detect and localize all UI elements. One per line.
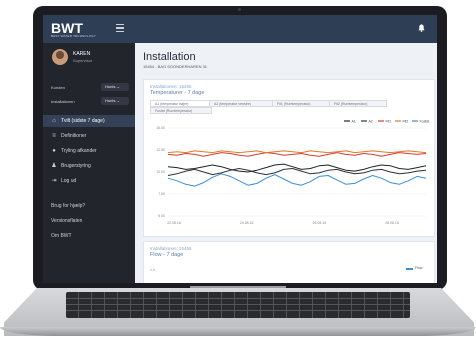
tab-fosfat[interactable]: Fosfat (Rumtemperatur) — [150, 107, 212, 114]
nav-item-label: Brugerstyring — [61, 163, 91, 169]
bell-icon[interactable] — [418, 24, 425, 32]
tab-a1[interactable]: A1 (temperatur højre) — [150, 100, 210, 107]
nav-item-label: Tryling afkander — [61, 148, 97, 154]
customer-select[interactable]: Hunts ⌄ — [101, 83, 129, 91]
y-tick-label: 7.50 — [158, 192, 165, 196]
user-name: KAREN — [73, 51, 91, 57]
nav-item-label: Definitioner — [61, 133, 87, 139]
nav-item-label: Log ud — [61, 178, 77, 184]
user-role: Supervisor — [73, 58, 93, 63]
x-tick-label: 24.08.16 — [240, 221, 254, 225]
tab-a2[interactable]: A2 (temperatur venstre) — [209, 100, 273, 107]
card-installation-label: Installationen: 15456 — [150, 246, 192, 251]
page-title: Installation — [143, 51, 196, 63]
logo-tagline: BEST WATER TECHNOLOGY — [51, 34, 97, 38]
card-title: Flow - 7 dage — [150, 252, 184, 258]
installation-filter-label: Installationen — [51, 99, 75, 104]
help-link[interactable]: Brug for hjælp? — [51, 203, 85, 209]
avatar[interactable] — [52, 49, 68, 65]
app-window: BWT BEST WATER TECHNOLOGY KAREN Supervis… — [43, 15, 437, 283]
nav-item-overview[interactable]: ⌂ Tvilt (sidste 7 dage) — [43, 115, 135, 127]
legend-label: A1 — [352, 119, 356, 123]
customer-filter-label: Kunden — [51, 85, 65, 90]
x-tick-label: 22.08.16 — [167, 221, 181, 225]
top-bar: BWT BEST WATER TECHNOLOGY — [43, 15, 437, 43]
flow-legend-label: Flow — [415, 266, 423, 270]
series-line-fosfat — [167, 173, 427, 187]
installation-select[interactable]: Hunts ⌄ — [101, 97, 129, 105]
series-line-flt1 — [167, 152, 427, 157]
list-icon: ≡ — [52, 133, 56, 139]
nav-item-label: Tvilt (sidste 7 dage) — [61, 118, 105, 124]
nav-item-user-management[interactable]: ♟ Brugerstyring — [43, 160, 135, 172]
nav-item-alerts[interactable]: ● Tryling afkander — [43, 145, 135, 157]
x-tick-label: 28.08.16 — [385, 221, 399, 225]
laptop-screen-bezel: BWT BEST WATER TECHNOLOGY KAREN Supervis… — [33, 6, 447, 290]
y-tick-label: 10.00 — [156, 170, 165, 174]
card-title: Temperaturer - 7 dage — [150, 90, 205, 96]
laptop-front-edge — [0, 327, 476, 336]
chevron-down-icon: ⌄ — [116, 84, 120, 89]
sidebar: KAREN Supervisor Kunden Hunts ⌄ Installa… — [43, 43, 135, 283]
chevron-down-icon: ⌄ — [116, 98, 120, 103]
legend-label: Fosfat — [420, 119, 430, 123]
user-icon: ● — [52, 148, 56, 154]
hamburger-menu-icon[interactable] — [116, 24, 124, 34]
home-icon: ⌂ — [52, 118, 56, 124]
series-line-flt2 — [167, 150, 427, 154]
flow-legend-swatch — [406, 268, 413, 270]
about-bwt-link[interactable]: Om BWT — [51, 233, 72, 239]
y-tick-label: 5.00 — [158, 214, 165, 218]
customer-select-value: Hunts — [105, 84, 116, 89]
webcam — [238, 8, 241, 11]
nav-item-definitions[interactable]: ≡ Definitioner — [43, 130, 135, 142]
installation-select-value: Hunts — [105, 98, 116, 103]
card-installation-label: Installationen: 15456 — [150, 84, 192, 89]
flow-card: Installationen: 15456 Flow - 7 dage 1.0 … — [143, 241, 435, 283]
flow-y-tick: 1.0 — [150, 268, 155, 272]
key-row-divider — [66, 310, 410, 311]
users-icon: ♟ — [51, 163, 57, 169]
legend-label: Flt1 — [386, 119, 392, 123]
main-content: Installation 15454 - BAG SOONDERHAREN 31… — [135, 43, 437, 283]
page-subtitle: 15454 - BAG SOONDERHAREN 31 — [143, 64, 208, 69]
tab-flt1[interactable]: Flt1 (Rumtemperatur) — [272, 100, 330, 107]
tab-flt2[interactable]: Flt2 (Rumtemperatur) — [329, 100, 387, 107]
logout-icon: ⇥ — [51, 178, 57, 184]
y-tick-label: 12.50 — [156, 148, 165, 152]
y-tick-label: 15.00 — [156, 126, 165, 130]
key-row-divider — [66, 298, 410, 299]
keyboard — [66, 292, 410, 318]
legend-label: Flt2 — [403, 119, 409, 123]
key-row-divider — [66, 304, 410, 305]
x-tick-label: 26.08.16 — [313, 221, 327, 225]
temperature-card: Installationen: 15456 Temperaturer - 7 d… — [143, 79, 435, 237]
legend-label: A2 — [369, 119, 373, 123]
nav-item-logout[interactable]: ⇥ Log ud — [43, 175, 135, 187]
temperature-line-chart: 15.00 12.50 10.00 7.50 5.0022.08.16 24.08.16 2… — [156, 119, 430, 225]
version-link[interactable]: Versionsflaten — [51, 218, 82, 224]
